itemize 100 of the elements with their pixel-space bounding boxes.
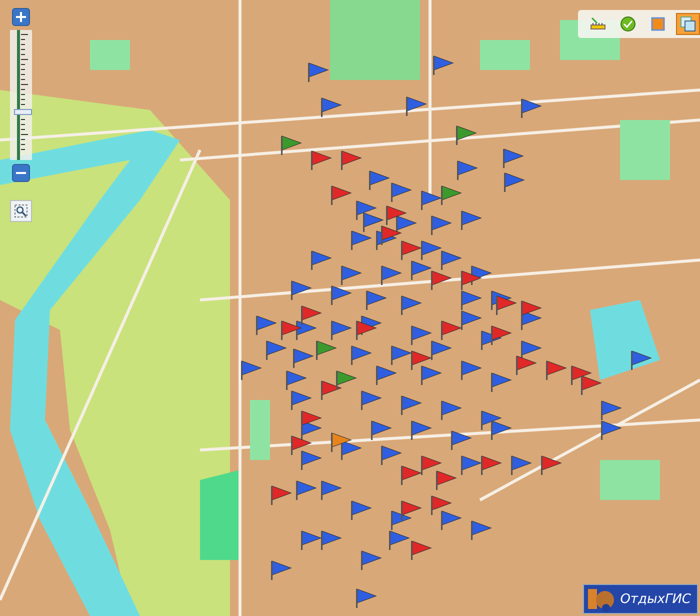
flag-marker[interactable] [545, 360, 567, 380]
flag-marker[interactable] [285, 370, 307, 390]
flag-marker[interactable] [335, 370, 357, 390]
flag-marker[interactable] [355, 320, 377, 340]
flag-marker[interactable] [330, 185, 352, 205]
flag-marker[interactable] [460, 290, 482, 310]
flag-marker[interactable] [410, 350, 432, 370]
flag-marker[interactable] [350, 500, 372, 520]
flag-marker[interactable] [315, 340, 337, 360]
flag-marker[interactable] [380, 445, 402, 465]
flag-marker[interactable] [340, 265, 362, 285]
flag-marker[interactable] [310, 150, 332, 170]
flag-marker[interactable] [430, 270, 452, 290]
flag-marker[interactable] [410, 540, 432, 560]
toolbar-button[interactable] [676, 13, 700, 35]
flag-marker[interactable] [280, 320, 302, 340]
flag-marker[interactable] [470, 520, 492, 540]
flag-marker[interactable] [435, 470, 457, 490]
flag-marker[interactable] [320, 530, 342, 550]
flag-marker[interactable] [355, 200, 377, 220]
flag-marker[interactable] [340, 150, 362, 170]
flag-marker[interactable] [510, 455, 532, 475]
flag-marker[interactable] [290, 280, 312, 300]
flag-marker[interactable] [455, 125, 477, 145]
flag-marker[interactable] [307, 62, 329, 82]
flag-marker[interactable] [310, 250, 332, 270]
flag-marker[interactable] [362, 212, 384, 232]
zoom-box-button[interactable] [10, 200, 32, 222]
flag-marker[interactable] [430, 495, 452, 515]
flag-marker[interactable] [300, 450, 322, 470]
zoom-slider-handle[interactable] [14, 109, 32, 116]
flag-marker[interactable] [520, 340, 542, 360]
flag-marker[interactable] [380, 265, 402, 285]
flag-marker[interactable] [480, 410, 502, 430]
flag-marker[interactable] [330, 320, 352, 340]
flag-marker[interactable] [330, 432, 352, 452]
flag-marker[interactable] [390, 182, 412, 202]
flag-marker[interactable] [440, 510, 462, 530]
flag-marker[interactable] [430, 340, 452, 360]
flag-marker[interactable] [385, 205, 407, 225]
flag-marker[interactable] [570, 365, 592, 385]
flag-marker[interactable] [420, 190, 442, 210]
flag-marker[interactable] [420, 365, 442, 385]
flag-marker[interactable] [420, 455, 442, 475]
flag-marker[interactable] [460, 210, 482, 230]
flag-marker[interactable] [388, 530, 410, 550]
zoom-out-button[interactable] [12, 164, 30, 182]
flag-marker[interactable] [460, 455, 482, 475]
flag-marker[interactable] [400, 395, 422, 415]
flag-marker[interactable] [515, 355, 537, 375]
flag-marker[interactable] [410, 260, 432, 280]
flag-marker[interactable] [280, 135, 302, 155]
flag-marker[interactable] [440, 400, 462, 420]
flag-marker[interactable] [290, 390, 312, 410]
flag-marker[interactable] [400, 465, 422, 485]
flag-marker[interactable] [292, 348, 314, 368]
flag-marker[interactable] [360, 390, 382, 410]
flag-marker[interactable] [368, 170, 390, 190]
flag-marker[interactable] [430, 215, 452, 235]
flag-marker[interactable] [240, 360, 262, 380]
zoom-slider-track[interactable] [10, 30, 32, 160]
flag-marker[interactable] [290, 435, 312, 455]
flag-marker[interactable] [495, 295, 517, 315]
flag-marker[interactable] [480, 455, 502, 475]
flag-marker[interactable] [265, 340, 287, 360]
flag-marker[interactable] [456, 160, 478, 180]
flag-marker[interactable] [365, 290, 387, 310]
flag-marker[interactable] [300, 305, 322, 325]
flag-marker[interactable] [350, 345, 372, 365]
flag-marker[interactable] [360, 550, 382, 570]
flag-marker[interactable] [375, 365, 397, 385]
flag-marker[interactable] [460, 310, 482, 330]
flag-marker[interactable] [370, 420, 392, 440]
flag-marker[interactable] [450, 430, 472, 450]
flag-marker[interactable] [502, 148, 524, 168]
flag-marker[interactable] [490, 372, 512, 392]
flag-marker[interactable] [255, 315, 277, 335]
flag-marker[interactable] [600, 420, 622, 440]
flag-marker[interactable] [400, 240, 422, 260]
flag-marker[interactable] [330, 285, 352, 305]
flag-marker[interactable] [630, 350, 652, 370]
flag-marker[interactable] [320, 480, 342, 500]
flag-marker[interactable] [405, 96, 427, 116]
flag-marker[interactable] [440, 250, 462, 270]
flag-marker[interactable] [380, 225, 402, 245]
flag-marker[interactable] [390, 345, 412, 365]
flag-marker[interactable] [300, 530, 322, 550]
flag-marker[interactable] [520, 98, 542, 118]
flag-marker[interactable] [300, 410, 322, 430]
flag-marker[interactable] [320, 380, 342, 400]
flag-marker[interactable] [600, 400, 622, 420]
zoom-in-button[interactable] [12, 8, 30, 26]
flag-marker[interactable] [400, 500, 422, 520]
flag-marker[interactable] [460, 270, 482, 290]
flag-marker[interactable] [440, 185, 462, 205]
flag-marker[interactable] [400, 295, 422, 315]
flag-marker[interactable] [540, 455, 562, 475]
logo-banner[interactable]: ОтдыхГИС [583, 584, 698, 614]
flag-marker[interactable] [355, 588, 377, 608]
flag-marker[interactable] [395, 215, 417, 235]
